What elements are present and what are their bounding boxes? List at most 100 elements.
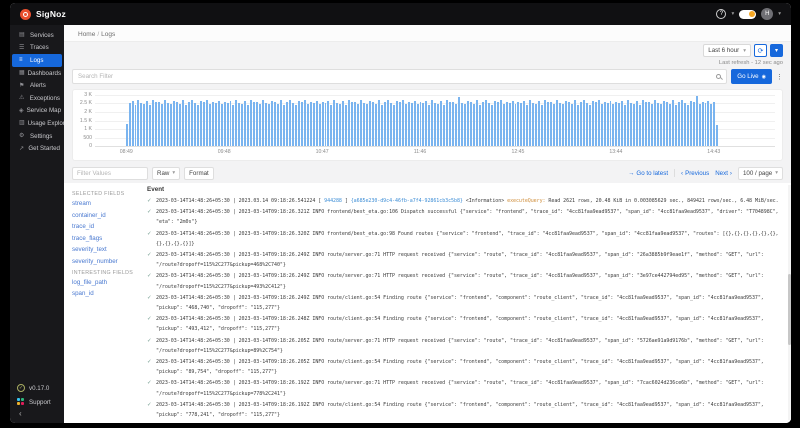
histogram-bar[interactable] bbox=[265, 103, 268, 146]
histogram-bar[interactable] bbox=[544, 100, 547, 146]
histogram-bar[interactable] bbox=[369, 100, 371, 146]
histogram-bar[interactable] bbox=[636, 101, 639, 146]
histogram-bar[interactable] bbox=[422, 103, 425, 146]
sidebar-item-dashboards[interactable]: ▦ Dashboards bbox=[12, 67, 62, 80]
histogram-bar[interactable] bbox=[440, 101, 443, 146]
histogram-bar[interactable] bbox=[668, 103, 671, 146]
histogram-bar[interactable] bbox=[226, 103, 229, 146]
help-caret-icon[interactable]: ▾ bbox=[731, 11, 734, 17]
histogram-bar[interactable] bbox=[639, 105, 642, 146]
histogram-bar[interactable] bbox=[627, 99, 630, 146]
histogram-bar[interactable] bbox=[389, 103, 392, 146]
histogram-bar[interactable] bbox=[612, 103, 615, 146]
histogram-bar[interactable] bbox=[404, 104, 407, 146]
histogram-bar[interactable] bbox=[475, 100, 478, 146]
histogram-bar[interactable] bbox=[707, 100, 710, 146]
histogram-bar[interactable] bbox=[158, 101, 161, 146]
histogram-bar[interactable] bbox=[395, 101, 398, 146]
search-filter-input[interactable] bbox=[78, 73, 717, 80]
histogram-bar[interactable] bbox=[250, 100, 253, 146]
histogram-bar[interactable] bbox=[366, 104, 369, 146]
histogram-bar[interactable] bbox=[279, 100, 282, 146]
sidebar-item-get-started[interactable]: ↗ Get Started bbox=[12, 142, 62, 155]
log-row[interactable]: ✓2023-03-14T14:48:26+05:30 | 2023-03-14T… bbox=[147, 293, 786, 313]
histogram-bar[interactable] bbox=[520, 103, 523, 146]
histogram-bar[interactable] bbox=[140, 102, 143, 146]
go-to-latest-button[interactable]: → Go to latest bbox=[628, 170, 668, 177]
histogram-bar[interactable] bbox=[496, 102, 499, 146]
histogram-bar[interactable] bbox=[330, 104, 333, 146]
histogram-bar[interactable] bbox=[211, 101, 214, 146]
histogram-bar[interactable] bbox=[582, 100, 585, 146]
histogram-bar[interactable] bbox=[621, 100, 624, 146]
histogram-bar[interactable] bbox=[713, 101, 716, 146]
histogram-bar[interactable] bbox=[386, 100, 389, 146]
histogram-bar[interactable] bbox=[701, 101, 704, 146]
histogram-bar[interactable] bbox=[556, 99, 559, 146]
histogram-bar[interactable] bbox=[274, 102, 276, 146]
histogram-bar[interactable] bbox=[354, 101, 357, 146]
chart-plot-area[interactable]: 3 K 2.5 K2 K 1.5 K1 K 500 0 08:49 09:48 10:47 11… bbox=[80, 92, 775, 155]
histogram-bar[interactable] bbox=[291, 103, 294, 146]
histogram-bar[interactable] bbox=[624, 104, 627, 146]
histogram-bar[interactable] bbox=[419, 101, 422, 146]
log-expand-check-icon[interactable]: ✓ bbox=[147, 357, 156, 377]
field-link-container_id[interactable]: container_id bbox=[72, 212, 144, 219]
previous-page-button[interactable]: ‹ Previous bbox=[681, 170, 709, 177]
histogram-bar[interactable] bbox=[464, 104, 466, 146]
log-row[interactable]: ✓2023-03-14T14:48:26+05:30 | 2023-03-14T… bbox=[147, 250, 786, 270]
log-expand-check-icon[interactable]: ✓ bbox=[147, 271, 156, 291]
histogram-bar[interactable] bbox=[630, 102, 633, 146]
histogram-bar[interactable] bbox=[253, 102, 256, 146]
histogram-bar[interactable] bbox=[710, 103, 713, 146]
histogram-bar[interactable] bbox=[529, 99, 532, 146]
histogram-bar[interactable] bbox=[232, 104, 235, 146]
histogram-bar[interactable] bbox=[704, 103, 707, 146]
histogram-bar[interactable] bbox=[155, 102, 158, 146]
view-mode-select[interactable]: Raw ▾ bbox=[152, 166, 181, 180]
histogram-bar[interactable] bbox=[339, 103, 342, 146]
histogram-bar[interactable] bbox=[407, 101, 410, 146]
histogram-bar[interactable] bbox=[585, 103, 588, 146]
histogram-bar[interactable] bbox=[487, 103, 490, 146]
histogram-bar[interactable] bbox=[686, 104, 689, 146]
histogram-bar[interactable] bbox=[306, 104, 309, 146]
histogram-bar[interactable] bbox=[526, 104, 529, 146]
histogram-bar[interactable] bbox=[294, 104, 297, 146]
histogram-bar[interactable] bbox=[363, 103, 366, 146]
histogram-bar[interactable] bbox=[167, 103, 170, 146]
histogram-bar[interactable] bbox=[161, 104, 164, 146]
histogram-bar[interactable] bbox=[606, 103, 609, 146]
histogram-bar[interactable] bbox=[271, 100, 274, 146]
histogram-bar[interactable] bbox=[550, 101, 553, 146]
histogram-bar[interactable] bbox=[125, 123, 128, 146]
log-expand-check-icon[interactable]: ✓ bbox=[147, 229, 156, 249]
histogram-bar[interactable] bbox=[259, 104, 262, 146]
sidebar-item-services[interactable]: ▤ Services bbox=[12, 29, 62, 42]
histogram-bar[interactable] bbox=[570, 103, 573, 146]
histogram-bar[interactable] bbox=[297, 101, 300, 146]
histogram-bar[interactable] bbox=[208, 104, 211, 146]
histogram-bar[interactable] bbox=[662, 100, 665, 146]
log-row[interactable]: ✓2023-03-14T14:48:26+05:30 | 2023-03-14T… bbox=[147, 421, 786, 423]
histogram-bar[interactable] bbox=[184, 104, 187, 146]
histogram-bar[interactable] bbox=[478, 104, 481, 146]
histogram-bar[interactable] bbox=[594, 102, 597, 146]
histogram-bar[interactable] bbox=[303, 99, 306, 146]
field-link-trace_id[interactable]: trace_id bbox=[72, 223, 144, 230]
log-expand-check-icon[interactable]: ✓ bbox=[147, 421, 156, 423]
histogram-bar[interactable] bbox=[579, 102, 582, 146]
histogram-bar[interactable] bbox=[553, 104, 556, 146]
histogram-bar[interactable] bbox=[321, 101, 324, 146]
histogram-bar[interactable] bbox=[235, 99, 238, 146]
go-live-button[interactable]: Go Live ◉ bbox=[731, 69, 772, 84]
histogram-bar[interactable] bbox=[547, 102, 550, 146]
support-row[interactable]: Support bbox=[10, 395, 64, 409]
histogram-bar[interactable] bbox=[695, 95, 698, 146]
histogram-bar[interactable] bbox=[380, 104, 383, 146]
histogram-bar[interactable] bbox=[449, 102, 452, 146]
field-link-severity_text[interactable]: severity_text bbox=[72, 246, 144, 253]
histogram-bar[interactable] bbox=[461, 103, 464, 146]
log-expand-check-icon[interactable]: ✓ bbox=[147, 314, 156, 334]
sidebar-item-alerts[interactable]: ⚑ Alerts bbox=[12, 79, 62, 92]
